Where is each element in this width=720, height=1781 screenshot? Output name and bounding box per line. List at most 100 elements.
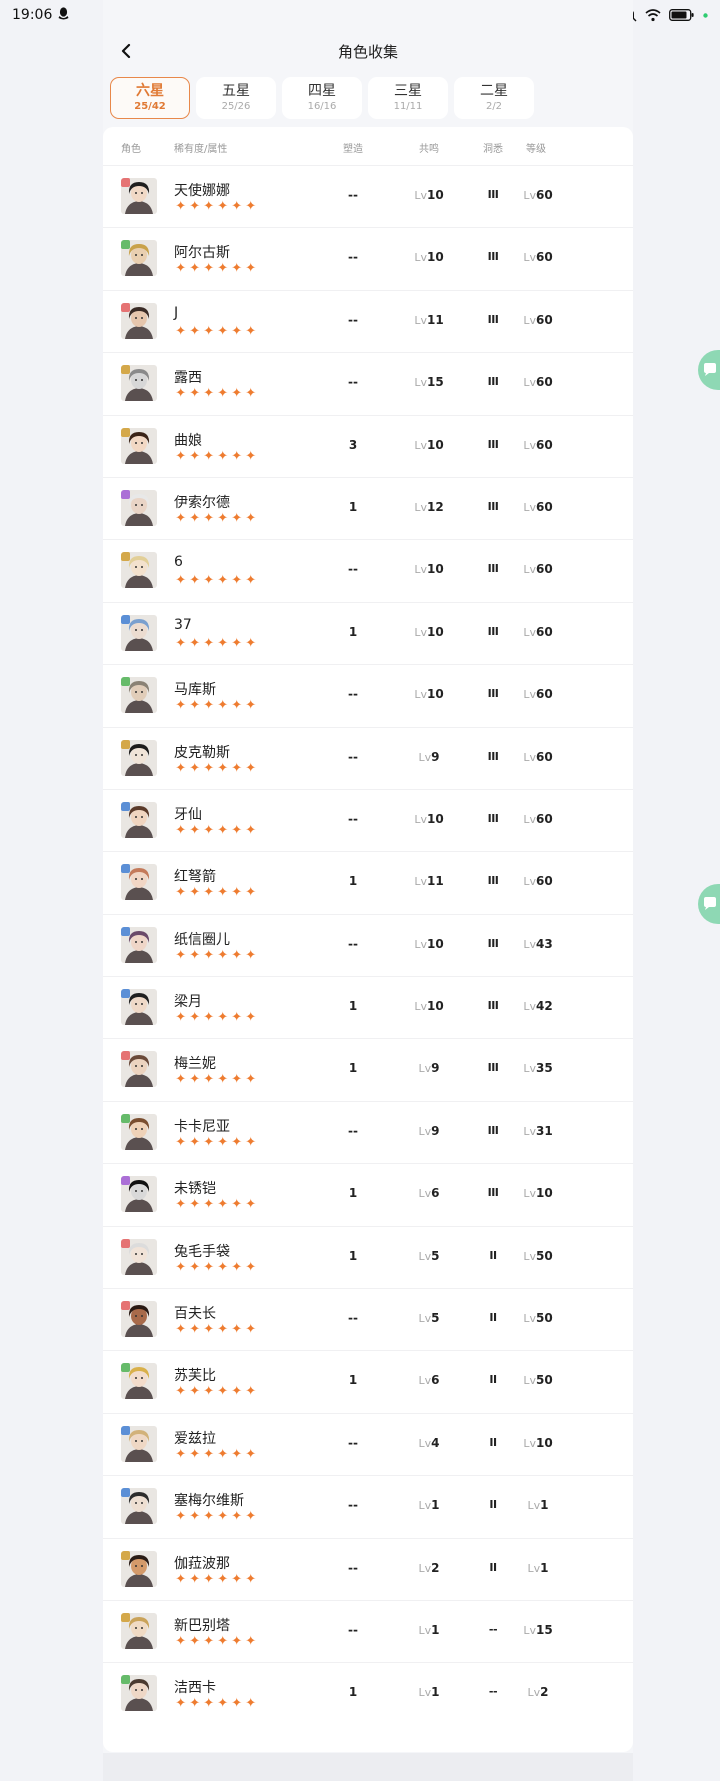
- character-row[interactable]: 百夫长 ✦ ✦ ✦ ✦ ✦ ✦ -- Lv5 II Lv50: [103, 1288, 633, 1350]
- attribute-badge-icon: [121, 302, 130, 312]
- character-level: Lv15: [508, 1623, 568, 1637]
- character-level: Lv2: [508, 1685, 568, 1699]
- rarity-stars: ✦ ✦ ✦ ✦ ✦ ✦: [174, 1697, 258, 1711]
- star-icon: ✦: [231, 1633, 243, 1649]
- star-icon: ✦: [245, 1633, 257, 1649]
- character-avatar: [121, 240, 157, 277]
- character-row[interactable]: J ✦ ✦ ✦ ✦ ✦ ✦ -- Lv11 III Lv60: [103, 289, 633, 352]
- back-button[interactable]: [113, 38, 139, 64]
- star-icon: ✦: [245, 1509, 257, 1525]
- star-icon: ✦: [245, 1384, 257, 1400]
- lv-prefix: Lv: [527, 1499, 541, 1513]
- star-icon: ✦: [245, 323, 257, 339]
- gongming-level: Lv10: [399, 250, 459, 264]
- star-icon: ✦: [189, 1197, 201, 1213]
- character-level: Lv42: [508, 999, 568, 1013]
- lv-value: 10: [426, 999, 444, 1014]
- dongxi-value: III: [487, 375, 499, 389]
- character-row[interactable]: 露西 ✦ ✦ ✦ ✦ ✦ ✦ -- Lv15 III Lv60: [103, 352, 633, 414]
- lv-prefix: Lv: [523, 1000, 536, 1014]
- character-row[interactable]: 牙仙 ✦ ✦ ✦ ✦ ✦ ✦ -- Lv10 III Lv60: [103, 788, 633, 851]
- character-row[interactable]: 新巴别塔 ✦ ✦ ✦ ✦ ✦ ✦ -- Lv1 -- Lv15: [103, 1599, 633, 1662]
- lv-value: 60: [535, 499, 553, 514]
- character-table: 角色 稀有度/属性 塑造 共鸣 洞悉 等级 天使娜娜 ✦ ✦ ✦ ✦ ✦ ✦ -- Lv10 II…: [103, 127, 633, 1752]
- lv-value: 10: [535, 1435, 553, 1450]
- star-icon: ✦: [189, 1072, 201, 1088]
- star-icon: ✦: [189, 573, 201, 589]
- star-icon: ✦: [217, 448, 229, 464]
- attribute-badge-icon: [121, 677, 130, 687]
- character-row[interactable]: 卡卡尼亚 ✦ ✦ ✦ ✦ ✦ ✦ -- Lv9 III Lv31: [103, 1100, 633, 1163]
- star-icon: ✦: [217, 947, 229, 963]
- character-row[interactable]: 伽菈波那 ✦ ✦ ✦ ✦ ✦ ✦ -- Lv2 II Lv1: [103, 1537, 633, 1600]
- character-row[interactable]: 爱兹拉 ✦ ✦ ✦ ✦ ✦ ✦ -- Lv4 II Lv10: [103, 1412, 633, 1475]
- rarity-stars: ✦ ✦ ✦ ✦ ✦ ✦: [174, 323, 258, 339]
- character-row[interactable]: 塞梅尔维斯 ✦ ✦ ✦ ✦ ✦ ✦ -- Lv1 II Lv1: [103, 1475, 633, 1537]
- character-row[interactable]: 未锈铠 ✦ ✦ ✦ ✦ ✦ ✦ 1 Lv6 III Lv10: [103, 1163, 633, 1225]
- star-icon: ✦: [203, 698, 215, 714]
- dongxi-value: II: [489, 1498, 497, 1512]
- star-icon: ✦: [189, 1134, 201, 1150]
- character-avatar: [121, 1301, 157, 1338]
- dongxi-value: II: [489, 1373, 497, 1387]
- star-icon: ✦: [217, 1197, 229, 1213]
- suzao-value: --: [348, 749, 358, 764]
- character-row[interactable]: 阿尔古斯 ✦ ✦ ✦ ✦ ✦ ✦ -- Lv10 III Lv60: [103, 227, 633, 289]
- character-row[interactable]: 曲娘 ✦ ✦ ✦ ✦ ✦ ✦ 3 Lv10 III Lv60: [103, 414, 633, 477]
- character-row[interactable]: 天使娜娜 ✦ ✦ ✦ ✦ ✦ ✦ -- Lv10 III Lv60: [103, 165, 633, 227]
- gongming-level: Lv12: [399, 500, 459, 514]
- star-icon: ✦: [175, 822, 187, 838]
- star-icon: ✦: [217, 573, 229, 589]
- character-row[interactable]: 洁西卡 ✦ ✦ ✦ ✦ ✦ ✦ 1 Lv1 -- Lv2: [103, 1662, 633, 1724]
- character-row[interactable]: 纸信圈儿 ✦ ✦ ✦ ✦ ✦ ✦ -- Lv10 III Lv43: [103, 913, 633, 976]
- lv-value: 35: [535, 1061, 553, 1076]
- character-level: Lv60: [508, 874, 568, 888]
- lv-prefix: Lv: [418, 750, 432, 764]
- tab-2[interactable]: 四星 16/16: [282, 77, 362, 119]
- star-icon: ✦: [231, 448, 243, 464]
- rarity-stars: ✦ ✦ ✦ ✦ ✦ ✦: [174, 699, 258, 713]
- suzao-value: 1: [348, 499, 358, 514]
- lv-prefix: Lv: [414, 376, 427, 390]
- tab-1[interactable]: 五星 25/26: [196, 77, 276, 119]
- character-row[interactable]: 伊索尔德 ✦ ✦ ✦ ✦ ✦ ✦ 1 Lv12 III Lv60: [103, 476, 633, 539]
- attribute-badge-icon: [121, 614, 130, 624]
- character-name: 苏芙比: [174, 1368, 216, 1385]
- star-icon: ✦: [189, 1010, 201, 1026]
- tab-label: 三星: [394, 83, 422, 99]
- suzao-value: --: [348, 250, 358, 265]
- character-row[interactable]: 兔毛手袋 ✦ ✦ ✦ ✦ ✦ ✦ 1 Lv5 II Lv50: [103, 1225, 633, 1288]
- gongming-level: Lv11: [399, 313, 459, 327]
- tab-0[interactable]: 六星 25/42: [110, 77, 190, 119]
- character-row[interactable]: 37 ✦ ✦ ✦ ✦ ✦ ✦ 1 Lv10 III Lv60: [103, 601, 633, 664]
- character-row[interactable]: 红弩箭 ✦ ✦ ✦ ✦ ✦ ✦ 1 Lv11 III Lv60: [103, 851, 633, 913]
- character-row[interactable]: 马库斯 ✦ ✦ ✦ ✦ ✦ ✦ -- Lv10 III Lv60: [103, 664, 633, 726]
- lv-prefix: Lv: [418, 1623, 432, 1637]
- character-row[interactable]: 梅兰妮 ✦ ✦ ✦ ✦ ✦ ✦ 1 Lv9 III Lv35: [103, 1038, 633, 1100]
- dongxi-value: III: [487, 874, 499, 888]
- character-row[interactable]: 皮克勒斯 ✦ ✦ ✦ ✦ ✦ ✦ -- Lv9 III Lv60: [103, 726, 633, 789]
- star-icon: ✦: [203, 386, 215, 402]
- lv-value: 1: [540, 1498, 549, 1513]
- lv-value: 4: [431, 1435, 440, 1450]
- character-row[interactable]: 梁月 ✦ ✦ ✦ ✦ ✦ ✦ 1 Lv10 III Lv42: [103, 976, 633, 1038]
- star-icon: ✦: [245, 573, 257, 589]
- tab-3[interactable]: 三星 11/11: [368, 77, 448, 119]
- suzao-value: --: [348, 1622, 358, 1637]
- character-row[interactable]: 6 ✦ ✦ ✦ ✦ ✦ ✦ -- Lv10 III Lv60: [103, 539, 633, 601]
- lv-value: 50: [535, 1311, 553, 1326]
- star-icon: ✦: [203, 323, 215, 339]
- star-icon: ✦: [203, 1010, 215, 1026]
- star-icon: ✦: [217, 261, 229, 277]
- tab-count: 25/26: [221, 101, 251, 112]
- character-name: 牙仙: [174, 806, 202, 823]
- floating-chat-button[interactable]: [698, 350, 720, 390]
- star-icon: ✦: [203, 822, 215, 838]
- rarity-stars: ✦ ✦ ✦ ✦ ✦ ✦: [174, 1447, 258, 1462]
- floating-chat-button-2[interactable]: [698, 884, 720, 924]
- character-row[interactable]: 苏芙比 ✦ ✦ ✦ ✦ ✦ ✦ 1 Lv6 II Lv50: [103, 1350, 633, 1412]
- lv-prefix: Lv: [414, 688, 427, 702]
- character-name: 曲娘: [174, 432, 202, 449]
- column-header-role: 角色: [121, 144, 141, 155]
- tab-4[interactable]: 二星 2/2: [454, 77, 534, 119]
